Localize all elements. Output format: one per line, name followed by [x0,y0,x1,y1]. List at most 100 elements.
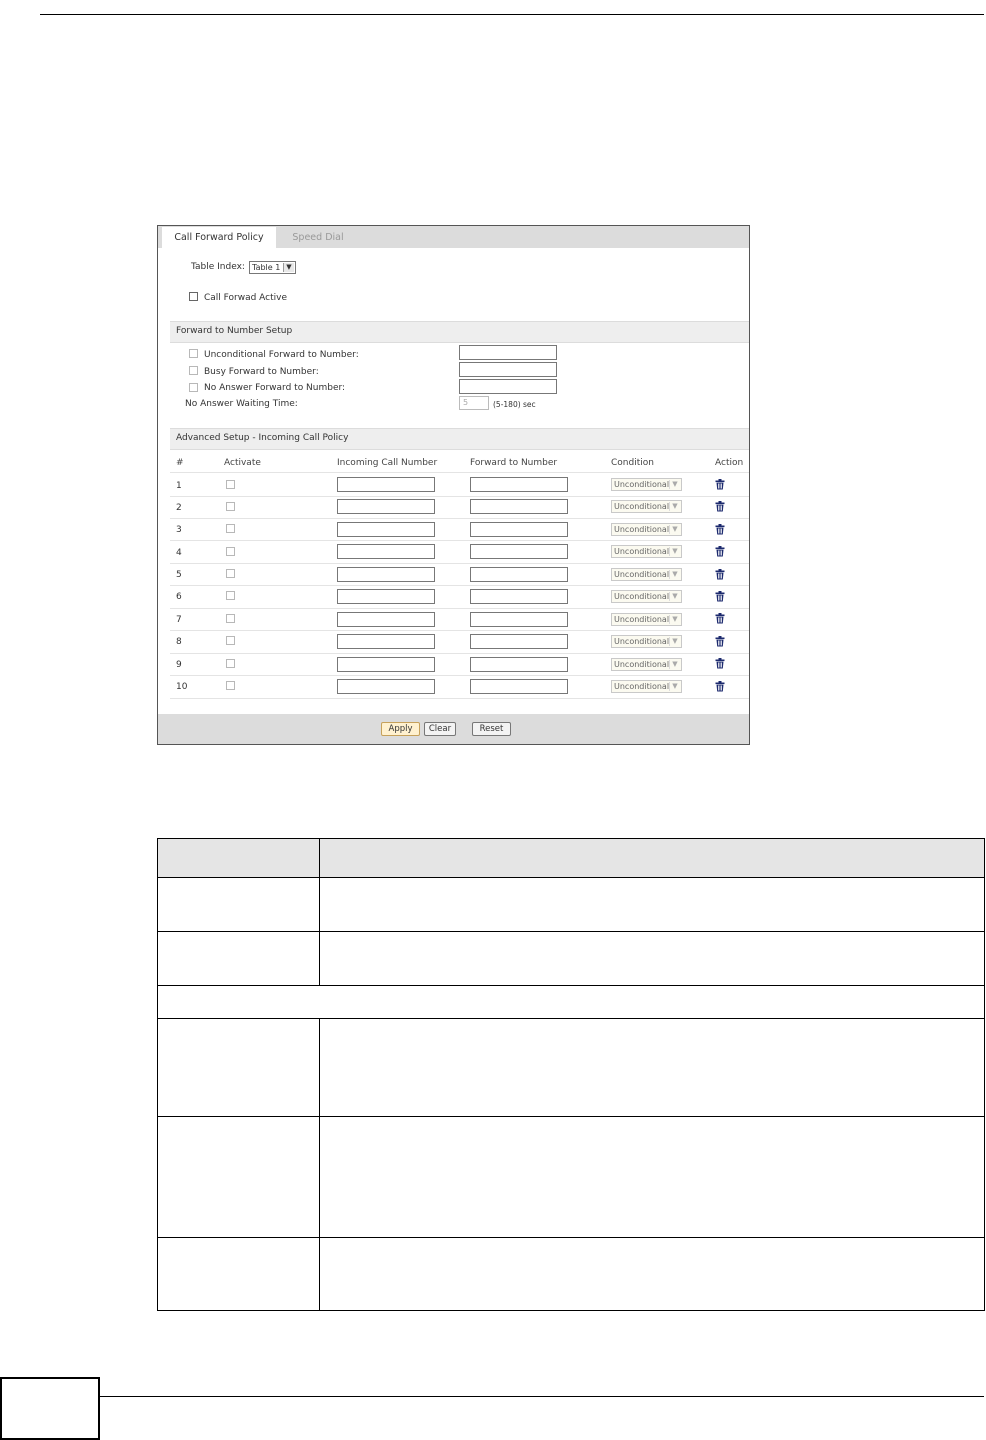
row-incoming-number-field[interactable] [337,477,435,492]
clear-button[interactable]: Clear [424,722,456,736]
waiting-time-label: No Answer Waiting Time: [185,399,298,409]
row-incoming-number-field[interactable] [337,499,435,514]
row-number: 9 [176,660,182,670]
field-description-table [157,838,985,1311]
condition-value: Unconditional [614,502,670,511]
row-condition-select[interactable]: Unconditional ▼ [611,635,682,648]
chevron-down-icon: ▼ [669,570,680,579]
waiting-time-hint: (5-180) sec [493,400,536,409]
table-header-row [158,839,984,878]
row-forward-number-field[interactable] [470,657,568,672]
button-bar: Apply Clear Reset [158,714,749,744]
chevron-down-icon: ▼ [669,615,680,624]
row-activate-checkbox[interactable] [226,636,235,645]
row-condition-select[interactable]: Unconditional ▼ [611,545,682,558]
trash-icon[interactable] [715,569,725,580]
condition-value: Unconditional [614,592,670,601]
row-condition-select[interactable]: Unconditional ▼ [611,590,682,603]
row-forward-number-field[interactable] [470,522,568,537]
col-header-forward: Forward to Number [470,458,558,468]
row-condition-select[interactable]: Unconditional ▼ [611,568,682,581]
call-forward-active-checkbox[interactable] [189,292,198,301]
busy-label: Busy Forward to Number: [204,367,319,377]
row-number: 10 [176,682,188,692]
row-condition-select[interactable]: Unconditional ▼ [611,658,682,671]
row-activate-checkbox[interactable] [226,614,235,623]
condition-value: Unconditional [614,660,670,669]
row-condition-select[interactable]: Unconditional ▼ [611,613,682,626]
advanced-section: Advanced Setup - Incoming Call Policy [170,428,749,450]
trash-icon[interactable] [715,636,725,647]
no-answer-number-field[interactable] [459,379,557,394]
row-number: 6 [176,592,182,602]
chevron-down-icon: ▼ [669,637,680,646]
row-activate-checkbox[interactable] [226,569,235,578]
trash-icon[interactable] [715,501,725,512]
row-incoming-number-field[interactable] [337,657,435,672]
row-divider [170,608,749,609]
row-divider [170,518,749,519]
condition-value: Unconditional [614,480,670,489]
col-header-action: Action [715,458,744,468]
row-divider [170,653,749,654]
row-incoming-number-field[interactable] [337,679,435,694]
row-incoming-number-field[interactable] [337,544,435,559]
trash-icon[interactable] [715,658,725,669]
row-forward-number-field[interactable] [470,544,568,559]
row-activate-checkbox[interactable] [226,480,235,489]
row-condition-select[interactable]: Unconditional ▼ [611,680,682,693]
table-row-divider [158,1018,984,1019]
row-forward-number-field[interactable] [470,634,568,649]
row-forward-number-field[interactable] [470,499,568,514]
busy-number-field[interactable] [459,362,557,377]
row-number: 3 [176,525,182,535]
table-index-select[interactable]: Table 1 ▼ [249,261,296,274]
table-row-divider [158,1237,984,1238]
table-column-divider [319,839,320,985]
row-forward-number-field[interactable] [470,567,568,582]
tab-call-forward-policy[interactable]: Call Forward Policy [162,227,276,248]
row-activate-checkbox[interactable] [226,681,235,690]
row-incoming-number-field[interactable] [337,634,435,649]
trash-icon[interactable] [715,524,725,535]
row-incoming-number-field[interactable] [337,589,435,604]
row-activate-checkbox[interactable] [226,547,235,556]
row-number: 2 [176,503,182,513]
row-condition-select[interactable]: Unconditional ▼ [611,500,682,513]
row-condition-select[interactable]: Unconditional ▼ [611,523,682,536]
waiting-time-field[interactable]: 5 [459,396,489,410]
table-row-divider [158,985,984,986]
row-forward-number-field[interactable] [470,589,568,604]
apply-button[interactable]: Apply [381,722,420,736]
chevron-down-icon: ▼ [283,263,294,272]
busy-checkbox[interactable] [189,366,198,375]
row-incoming-number-field[interactable] [337,612,435,627]
trash-icon[interactable] [715,613,725,624]
row-activate-checkbox[interactable] [226,591,235,600]
tab-speed-dial[interactable]: Speed Dial [276,227,360,248]
row-forward-number-field[interactable] [470,477,568,492]
row-activate-checkbox[interactable] [226,659,235,668]
no-answer-label: No Answer Forward to Number: [204,383,346,393]
row-divider [170,630,749,631]
reset-button[interactable]: Reset [472,722,511,736]
row-forward-number-field[interactable] [470,679,568,694]
chevron-down-icon: ▼ [669,592,680,601]
condition-value: Unconditional [614,615,670,624]
row-activate-checkbox[interactable] [226,502,235,511]
trash-icon[interactable] [715,681,725,692]
row-activate-checkbox[interactable] [226,524,235,533]
trash-icon[interactable] [715,479,725,490]
trash-icon[interactable] [715,591,725,602]
trash-icon[interactable] [715,546,725,557]
row-incoming-number-field[interactable] [337,522,435,537]
row-incoming-number-field[interactable] [337,567,435,582]
unconditional-checkbox[interactable] [189,349,198,358]
row-number: 5 [176,570,182,580]
waiting-time-value: 5 [463,398,469,407]
no-answer-checkbox[interactable] [189,383,198,392]
row-forward-number-field[interactable] [470,612,568,627]
row-divider [170,585,749,586]
unconditional-number-field[interactable] [459,345,557,360]
row-condition-select[interactable]: Unconditional ▼ [611,478,682,491]
